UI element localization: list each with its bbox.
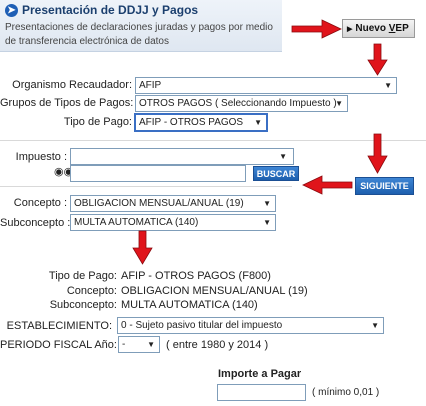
tipo-pago-select[interactable]: AFIP - OTROS PAGOS ▼ [135,114,267,131]
subconcepto-select[interactable]: MULTA AUTOMATICA (140) ▼ [70,214,276,231]
subconcepto-label: Subconcepto : [0,217,71,229]
concepto-label: Concepto : [13,197,67,209]
tipo-pago-label: Tipo de Pago: [63,116,132,128]
page-header: ➤ Presentación de DDJJ y Pagos Presentac… [0,0,282,52]
organismo-select[interactable]: AFIP ▼ [135,77,397,94]
minimo-text: ( mínimo 0,01 ) [312,387,380,398]
page-title: Presentación de DDJJ y Pagos [22,3,199,17]
dropdown-caret-icon: ▼ [279,152,287,161]
impuesto-search-input[interactable] [70,165,246,182]
nuevo-vep-button[interactable]: ▶ Nuevo VEP [342,19,415,38]
arrow-circle-icon: ➤ [5,4,18,17]
summary-subconcepto-label: Subconcepto: [49,299,117,311]
grupos-select[interactable]: OTROS PAGOS ( Seleccionando Impuesto ) ▼ [135,95,348,112]
importe-title: Importe a Pagar [218,368,302,380]
arrow-down-icon [132,230,153,265]
page-description: Presentaciones de declaraciones juradas … [5,22,273,47]
periodo-year-select[interactable]: - ▼ [118,336,160,353]
impuesto-label: Impuesto : [15,151,67,163]
arrow-down-icon [367,43,388,76]
organismo-label: Organismo Recaudador: [12,79,132,91]
section-divider [0,186,292,187]
dropdown-caret-icon: ▼ [371,321,379,330]
grupos-label: Grupos de Tipos de Pagos: [0,97,134,109]
summary-concepto-value: OBLIGACION MENSUAL/ANUAL (19) [121,285,308,297]
periodo-label: PERIODO FISCAL Año: [0,339,117,351]
dropdown-caret-icon: ▼ [384,81,392,90]
impuesto-select[interactable]: ▼ [70,148,294,165]
dropdown-caret-icon: ▼ [335,99,343,108]
buscar-button[interactable]: BUSCAR [253,166,299,181]
dropdown-caret-icon: ▼ [254,118,262,127]
establecimiento-label: ESTABLECIMIENTO: [6,320,112,332]
dropdown-caret-icon: ▼ [147,340,155,349]
periodo-range-text: ( entre 1980 y 2014 ) [166,339,269,351]
summary-subconcepto-value: MULTA AUTOMATICA (140) [121,299,258,311]
dropdown-caret-icon: ▼ [263,218,271,227]
play-icon: ▶ [347,26,353,33]
summary-concepto-label: Concepto: [66,285,117,297]
siguiente-button[interactable]: SIGUIENTE [355,177,414,195]
section-divider [0,140,426,141]
summary-tipo-pago-value: AFIP - OTROS PAGOS (F800) [121,270,271,282]
arrow-right-icon [291,19,342,39]
summary-tipo-pago-label: Tipo de Pago: [48,270,117,282]
concepto-select[interactable]: OBLIGACION MENSUAL/ANUAL (19) ▼ [70,195,276,212]
importe-input[interactable] [217,384,306,401]
establecimiento-select[interactable]: 0 - Sujeto pasivo titular del impuesto ▼ [117,317,384,334]
dropdown-caret-icon: ▼ [263,199,271,208]
arrow-left-icon [302,175,353,195]
